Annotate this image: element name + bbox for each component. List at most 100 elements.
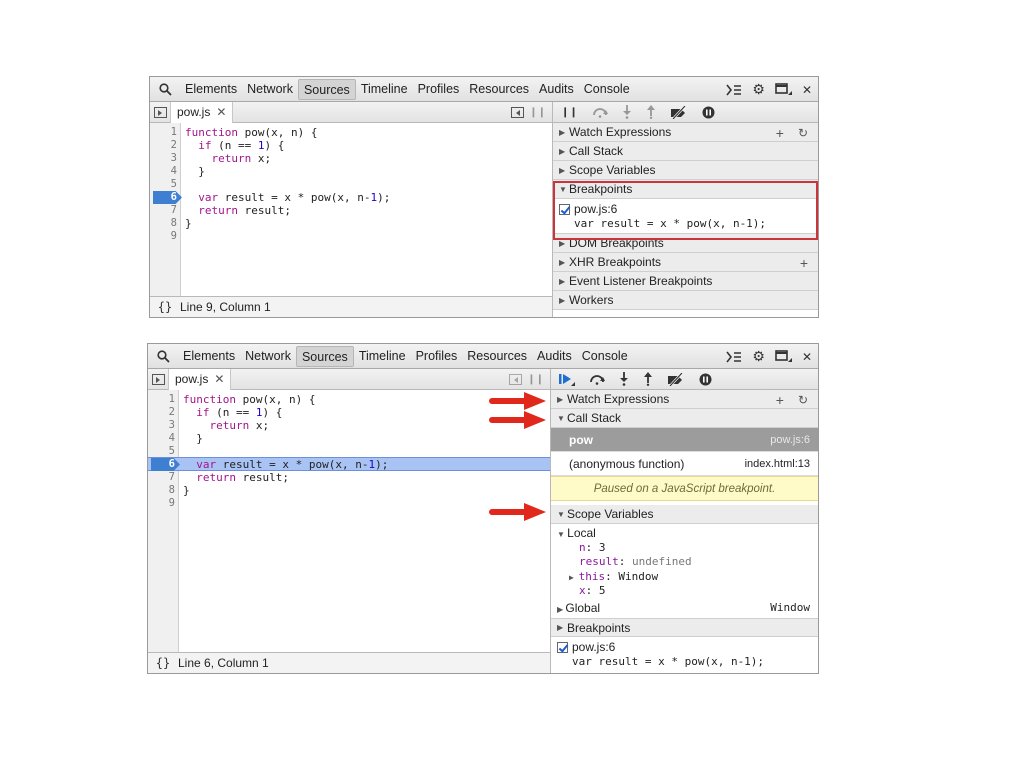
pause-icon[interactable]: ❙❙ [561,107,578,118]
dock-icon[interactable] [775,83,792,96]
navigator-toggle-icon[interactable] [150,102,170,123]
scope-property: x: 5 [579,584,606,597]
deactivate-breakpoints-icon[interactable] [670,105,688,119]
annotation-arrow-icon [489,392,546,410]
close-icon[interactable]: ✕ [802,350,812,364]
refresh-icon[interactable]: ↻ [798,126,808,140]
debugger-sidebar-toggle-icon[interactable] [511,107,525,118]
pretty-print-icon[interactable]: {} [150,300,180,314]
code-line: 5 [168,445,175,457]
tab-timeline[interactable]: Timeline [356,79,413,100]
step-out-icon[interactable] [643,372,653,386]
gear-icon[interactable]: ⚙ [752,348,765,365]
tab-network[interactable]: Network [242,79,298,100]
pane-call-stack[interactable]: ▼ Call Stack [551,409,818,428]
pretty-print-icon[interactable]: {} [148,656,178,670]
devtools-window-bottom: Elements Network Sources Timeline Profil… [147,343,819,674]
pane-call-stack[interactable]: ▶ Call Stack [553,142,818,161]
tab-profiles[interactable]: Profiles [411,346,463,367]
pause-bars-icon: ❙❙ [529,107,546,118]
breakpoint-location: pow.js:6 [572,640,616,654]
dock-icon[interactable] [775,350,792,363]
code-line: 4 } [170,165,205,178]
scope-property-expandable[interactable]: ▶ this: Window [551,570,818,585]
tab-network[interactable]: Network [240,346,296,367]
pane-watch-expressions[interactable]: ▶ Watch Expressions + ↻ [551,390,818,409]
tab-audits[interactable]: Audits [534,79,579,100]
code-line-breakpoint: 6 var result = x * pow(x, n-1); [150,191,552,204]
pane-scope-variables[interactable]: ▶ Scope Variables [553,161,818,180]
navigator-toggle-icon[interactable] [148,369,168,390]
tab-audits[interactable]: Audits [532,346,577,367]
pane-xhr-breakpoints[interactable]: ▶ XHR Breakpoints + [553,253,818,272]
scope-global[interactable]: ▶ Global Window [551,601,818,616]
annotation-arrow-icon [489,503,546,521]
code-line: 9 [170,230,177,242]
file-tab-pow-js[interactable]: pow.js ✕ [168,368,232,390]
pane-scope-variables[interactable]: ▼ Scope Variables [551,505,818,524]
tab-profiles[interactable]: Profiles [413,79,465,100]
paused-message: Paused on a JavaScript breakpoint. [551,476,818,501]
debugger-toolbar [551,369,818,390]
breakpoint-checkbox[interactable] [557,641,568,653]
file-tab-label: pow.js [177,105,211,119]
pane-event-listener-breakpoints[interactable]: ▶ Event Listener Breakpoints [553,272,818,291]
pause-on-exceptions-icon[interactable] [702,106,715,119]
file-tab-bar: pow.js ✕ ❙❙ [148,368,550,390]
close-icon[interactable]: ✕ [216,102,226,122]
tab-timeline[interactable]: Timeline [354,346,411,367]
tab-console[interactable]: Console [577,346,633,367]
cursor-position: Line 9, Column 1 [180,300,271,314]
code-line: 8} [168,484,190,497]
tab-elements[interactable]: Elements [180,79,242,100]
breakpoint-code: var result = x * pow(x, n-1); [572,655,765,668]
pane-workers[interactable]: ▶ Workers [553,291,818,310]
code-area[interactable]: 1 function pow(x, n) { 2 if (n == 1) { 3 … [148,390,550,652]
add-icon[interactable]: + [776,392,784,408]
code-line: 1 function pow(x, n) { [170,126,318,139]
gear-icon[interactable]: ⚙ [752,81,765,98]
code-line: 2 if (n == 1) { [170,139,285,152]
code-line: 3 return x; [170,152,272,165]
breakpoints-highlight-box [553,181,818,240]
close-icon[interactable]: ✕ [802,83,812,97]
add-icon[interactable]: + [776,125,784,141]
step-over-icon[interactable] [592,106,608,118]
code-line: 7 return result; [170,204,291,217]
code-line: 7 return result; [168,471,289,484]
search-icon[interactable] [148,344,178,369]
scope-local[interactable]: ▼ Local [551,526,818,541]
code-line: 5 [170,178,177,190]
resume-icon[interactable] [559,373,575,386]
pause-bars-icon: ❙❙ [527,374,544,385]
debugger-sidebar-toggle-icon[interactable] [509,374,523,385]
main-tab-bar: Elements Network Sources Timeline Profil… [150,77,818,102]
pane-watch-expressions[interactable]: ▶ Watch Expressions + ↻ [553,123,818,142]
search-icon[interactable] [150,77,180,102]
deactivate-breakpoints-icon[interactable] [667,372,685,386]
call-frame-selected[interactable]: pow pow.js:6 [551,428,818,452]
file-tab-pow-js[interactable]: pow.js ✕ [170,101,234,123]
tab-sources[interactable]: Sources [295,345,354,367]
breakpoint-item[interactable]: pow.js:6 var result = x * pow(x, n-1); [551,637,818,669]
refresh-icon[interactable]: ↻ [798,393,808,407]
tab-sources[interactable]: Sources [297,78,356,100]
step-over-icon[interactable] [589,373,605,385]
close-icon[interactable]: ✕ [214,369,224,389]
tab-resources[interactable]: Resources [462,346,532,367]
step-into-icon[interactable] [622,105,632,119]
step-out-icon[interactable] [646,105,656,119]
add-icon[interactable]: + [800,255,808,271]
tab-resources[interactable]: Resources [464,79,534,100]
console-drawer-icon[interactable] [726,351,742,363]
tab-console[interactable]: Console [579,79,635,100]
console-drawer-icon[interactable] [726,84,742,96]
debugger-sidebar: ▶ Watch Expressions + ↻ ▼ Call Stack pow po… [551,369,818,673]
tab-elements[interactable]: Elements [178,346,240,367]
pane-breakpoints[interactable]: ▶ Breakpoints [551,618,818,637]
step-into-icon[interactable] [619,372,629,386]
main-tab-bar: Elements Network Sources Timeline Profil… [148,344,818,369]
pause-on-exceptions-icon[interactable] [699,373,712,386]
code-area[interactable]: 1 function pow(x, n) { 2 if (n == 1) { 3 … [150,123,552,296]
call-frame[interactable]: (anonymous function) index.html:13 [551,452,818,476]
